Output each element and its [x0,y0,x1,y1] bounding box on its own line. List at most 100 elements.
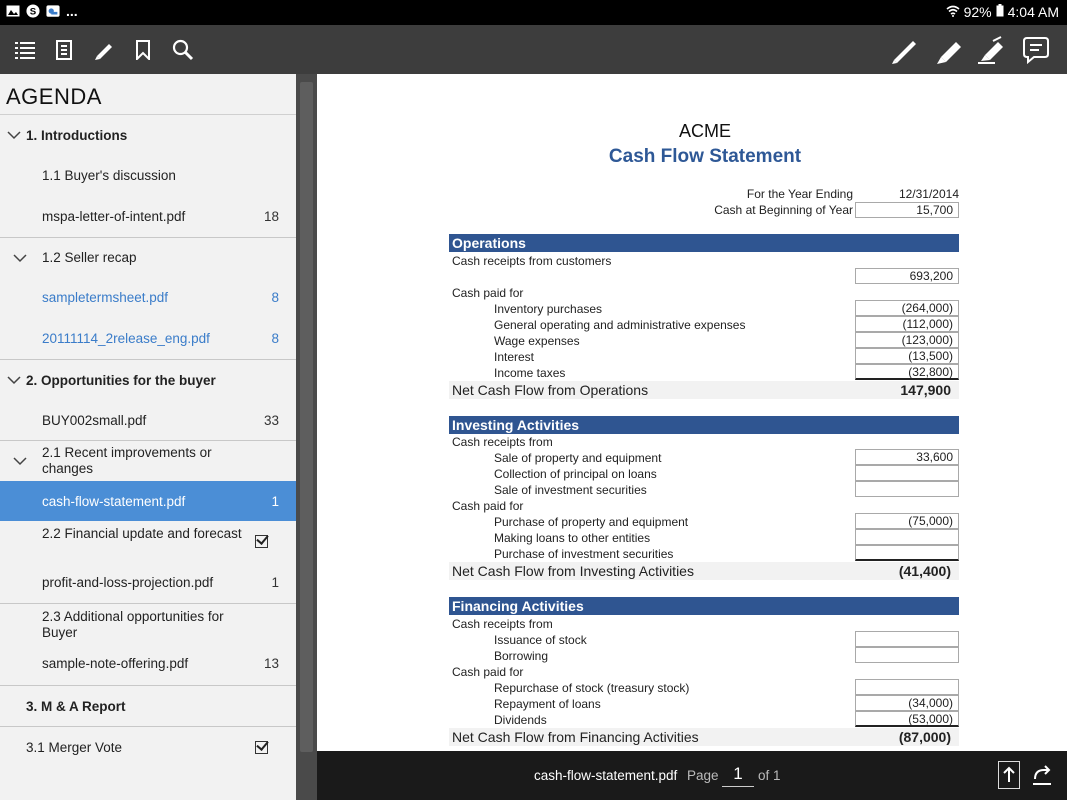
toc-item-additional-opportunities[interactable]: 2.3 Additional opportunities for Buyer [0,603,296,644]
company-name: ACME [678,121,731,141]
highlighter-icon[interactable] [977,35,1007,65]
cash-begin-value: 15,700 [855,202,959,218]
inv-paid-value [855,545,959,561]
investing-receipts-label: Cash receipts from [452,435,553,449]
toc-file-profit-and-loss[interactable]: profit-and-loss-projection.pdf 1 [0,562,296,603]
toc-item-financial-update[interactable]: 2.2 Financial update and forecast [0,521,296,562]
op-item-label: Inventory purchases [494,302,603,316]
toc-file-sampletermsheet[interactable]: sampletermsheet.pdf 8 [0,278,296,319]
toc-file-mspa-letter[interactable]: mspa-letter-of-intent.pdf 18 [0,197,296,237]
return-icon[interactable] [1031,765,1053,787]
op-item-label: Interest [494,350,535,364]
toc-label: 20111114_2release_eng.pdf [42,331,210,346]
investing-net-value: (41,400) [898,563,951,579]
checkbox-icon[interactable] [255,535,268,548]
comment-icon[interactable] [1021,35,1051,65]
agenda-sidebar: AGENDA 1. Introductions 1.1 Buyer's disc… [0,74,296,800]
toc-label: 1.2 Seller recap [42,250,137,265]
inv-item-value: 33,600 [855,449,959,465]
investing-header: Investing Activities [449,416,959,434]
battery-percent: 92% [963,4,992,20]
toc-label: sample-note-offering.pdf [42,656,189,671]
sidebar-title: AGENDA [0,74,296,115]
toc-file-sample-note-offering[interactable]: sample-note-offering.pdf 13 [0,644,296,685]
op-item-value: (123,000) [855,332,959,348]
document-icon[interactable] [49,35,79,65]
sidebar-scrollbar[interactable] [296,74,317,800]
page-number-input[interactable] [722,761,754,787]
upload-icon[interactable] [998,761,1020,789]
toc-label: profit-and-loss-projection.pdf [42,575,214,590]
pen-icon[interactable] [89,35,119,65]
inv-paid-label: Purchase of investment securities [494,547,674,561]
toc-item-opportunities[interactable]: 2. Opportunities for the buyer [0,359,296,400]
op-item-label: Wage expenses [494,334,580,348]
toc-page-count: 8 [271,290,279,305]
inv-paid-label: Making loans to other entities [494,531,651,545]
toc-label: mspa-letter-of-intent.pdf [42,209,186,224]
battery-icon [996,4,1004,20]
wifi-icon [946,4,960,20]
op-item-label: General operating and administrative exp… [494,318,746,332]
operations-net-label: Net Cash Flow from Operations [452,382,649,398]
toc-label: 2.1 Recent improvements or changes [42,445,212,476]
toc-file-cash-flow-statement[interactable]: cash-flow-statement.pdf 1 [0,481,296,521]
toc-item-buyers-discussion[interactable]: 1.1 Buyer's discussion [0,156,296,197]
inv-item-value [855,465,959,481]
inv-item-label: Collection of principal on loans [494,467,657,481]
marker-icon[interactable] [934,35,964,65]
toc-item-recent-improvements[interactable]: 2.1 Recent improvements or changes [0,440,296,481]
clock: 4:04 AM [1007,4,1059,20]
inv-paid-value: (75,000) [855,513,959,529]
op-item-value: (32,800) [855,364,959,380]
op-item-value: (264,000) [855,300,959,316]
op-item-label: Income taxes [494,366,566,380]
toc-label: 2. Opportunities for the buyer [26,373,216,388]
list-icon[interactable] [10,35,40,65]
page-total: of 1 [758,768,781,783]
toc-label: 1.1 Buyer's discussion [42,168,176,183]
search-icon[interactable] [168,35,198,65]
toc-page-count: 18 [263,209,279,224]
toc-page-count: 33 [263,413,279,428]
cash-begin-label: Cash at Beginning of Year [714,203,853,217]
pdf-page[interactable]: ACME Cash Flow Statement For the Year En… [317,74,1067,751]
bottom-bar: cash-flow-statement.pdf Page of 1 [317,751,1067,800]
svg-text:S: S [30,7,37,18]
toc-file-buy002small[interactable]: BUY002small.pdf 33 [0,400,296,440]
toc-item-merger-vote[interactable]: 3.1 Merger Vote [0,726,296,767]
chevron-down-icon[interactable] [13,454,27,468]
op-item-value: (112,000) [855,316,959,332]
toc-label: 3.1 Merger Vote [26,740,123,755]
toc-item-seller-recap[interactable]: 1.2 Seller recap [0,237,296,278]
toc-page-count: 13 [263,656,279,671]
scrollbar-thumb[interactable] [300,82,313,752]
financing-net-row: Net Cash Flow from Financing Activities … [449,728,959,746]
toc-label: 3. M & A Report [26,699,126,714]
toc-label: cash-flow-statement.pdf [42,494,186,509]
toolbar [0,25,1067,74]
toc-page-count: 1 [271,494,279,509]
fin-item-value [855,631,959,647]
bookmark-icon[interactable] [128,35,158,65]
investing-net-label: Net Cash Flow from Investing Activities [452,563,694,579]
toc-page-count: 1 [271,575,279,590]
year-ending-label: For the Year Ending [746,187,853,201]
chevron-down-icon[interactable] [7,128,21,142]
toc-label: 2.3 Additional opportunities for Buyer [42,609,224,640]
pencil-icon[interactable] [889,35,919,65]
checkbox-icon[interactable] [255,741,268,754]
toc-item-ma-report[interactable]: 3. M & A Report [0,685,296,726]
page-label: Page [687,768,719,783]
chevron-down-icon[interactable] [7,373,21,387]
toc-file-20111114-release[interactable]: 20111114_2release_eng.pdf 8 [0,319,296,359]
toc-item-introductions[interactable]: 1. Introductions [0,115,296,156]
fin-paid-label: Dividends [494,713,547,727]
year-ending-value: 12/31/2014 [898,187,959,201]
operations-receipts-value: 693,200 [855,268,959,284]
inv-item-label: Sale of property and equipment [494,451,662,465]
toc-label: 1. Introductions [26,128,128,143]
chevron-down-icon[interactable] [13,251,27,265]
skype-notification-icon: S [26,4,40,18]
inv-item-label: Sale of investment securities [494,483,647,497]
